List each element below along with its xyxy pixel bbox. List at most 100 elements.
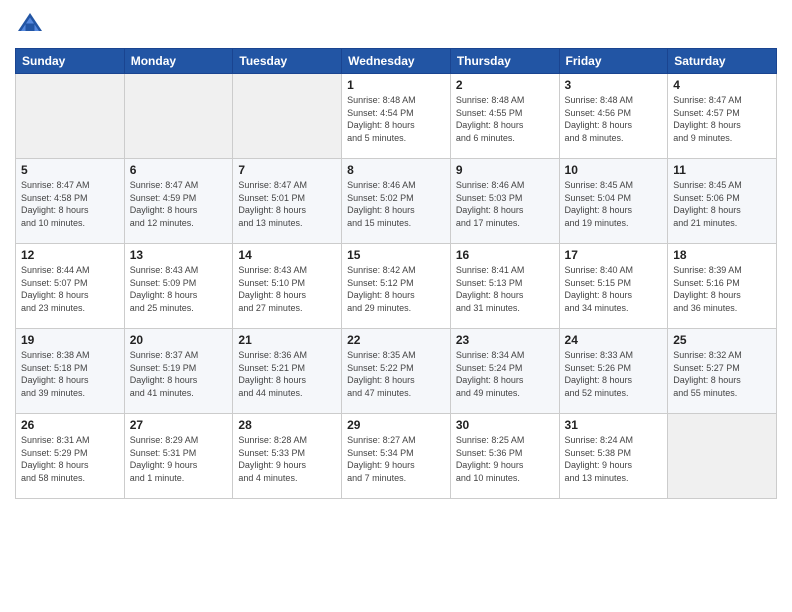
day-number: 15 [347,248,445,262]
day-number: 23 [456,333,554,347]
day-number: 10 [565,163,663,177]
day-info: Sunrise: 8:32 AM Sunset: 5:27 PM Dayligh… [673,349,771,399]
day-cell: 29 Sunrise: 8:27 AM Sunset: 5:34 PM Dayli… [342,414,451,499]
calendar-body: 1 Sunrise: 8:48 AM Sunset: 4:54 PM Daylig… [16,74,777,499]
day-cell: 11 Sunrise: 8:45 AM Sunset: 5:06 PM Dayli… [668,159,777,244]
header-cell-monday: Monday [124,49,233,74]
day-info: Sunrise: 8:48 AM Sunset: 4:56 PM Dayligh… [565,94,663,144]
header-row: SundayMondayTuesdayWednesdayThursdayFrid… [16,49,777,74]
day-number: 31 [565,418,663,432]
day-info: Sunrise: 8:27 AM Sunset: 5:34 PM Dayligh… [347,434,445,484]
day-cell: 10Sunrise: 8:45 AM Sunset: 5:04 PM Dayli… [559,159,668,244]
day-number: 7 [238,163,336,177]
week-row-2: 12 Sunrise: 8:44 AM Sunset: 5:07 PM Dayli… [16,244,777,329]
day-number: 25 [673,333,771,347]
day-cell: 25 Sunrise: 8:32 AM Sunset: 5:27 PM Dayli… [668,329,777,414]
logo-icon [15,10,45,40]
day-info: Sunrise: 8:45 AM Sunset: 5:06 PM Dayligh… [673,179,771,229]
day-cell: 6 Sunrise: 8:47 AM Sunset: 4:59 PM Daylig… [124,159,233,244]
day-cell: 1 Sunrise: 8:48 AM Sunset: 4:54 PM Daylig… [342,74,451,159]
day-cell: 26 Sunrise: 8:31 AM Sunset: 5:29 PM Dayli… [16,414,125,499]
day-info: Sunrise: 8:33 AM Sunset: 5:26 PM Dayligh… [565,349,663,399]
day-cell: 12 Sunrise: 8:44 AM Sunset: 5:07 PM Dayli… [16,244,125,329]
day-number: 8 [347,163,445,177]
day-number: 13 [130,248,228,262]
day-cell: 15 Sunrise: 8:42 AM Sunset: 5:12 PM Dayli… [342,244,451,329]
header-cell-sunday: Sunday [16,49,125,74]
day-number: 12 [21,248,119,262]
day-number: 6 [130,163,228,177]
day-number: 27 [130,418,228,432]
day-info: Sunrise: 8:44 AM Sunset: 5:07 PM Dayligh… [21,264,119,314]
day-number: 26 [21,418,119,432]
day-number: 29 [347,418,445,432]
day-number: 30 [456,418,554,432]
day-info: Sunrise: 8:34 AM Sunset: 5:24 PM Dayligh… [456,349,554,399]
week-row-3: 19 Sunrise: 8:38 AM Sunset: 5:18 PM Dayli… [16,329,777,414]
day-cell [124,74,233,159]
day-cell: 16Sunrise: 8:41 AM Sunset: 5:13 PM Dayli… [450,244,559,329]
logo [15,10,49,40]
day-info: Sunrise: 8:46 AM Sunset: 5:02 PM Dayligh… [347,179,445,229]
day-number: 24 [565,333,663,347]
day-info: Sunrise: 8:46 AM Sunset: 5:03 PM Dayligh… [456,179,554,229]
day-cell: 30 Sunrise: 8:25 AM Sunset: 5:36 PM Dayli… [450,414,559,499]
day-info: Sunrise: 8:25 AM Sunset: 5:36 PM Dayligh… [456,434,554,484]
day-number: 11 [673,163,771,177]
day-cell: 21 Sunrise: 8:36 AM Sunset: 5:21 PM Dayli… [233,329,342,414]
day-info: Sunrise: 8:47 AM Sunset: 4:57 PM Dayligh… [673,94,771,144]
day-info: Sunrise: 8:48 AM Sunset: 4:55 PM Dayligh… [456,94,554,144]
day-info: Sunrise: 8:35 AM Sunset: 5:22 PM Dayligh… [347,349,445,399]
week-row-4: 26 Sunrise: 8:31 AM Sunset: 5:29 PM Dayli… [16,414,777,499]
day-cell: 31 Sunrise: 8:24 AM Sunset: 5:38 PM Dayli… [559,414,668,499]
day-info: Sunrise: 8:38 AM Sunset: 5:18 PM Dayligh… [21,349,119,399]
day-number: 2 [456,78,554,92]
day-number: 22 [347,333,445,347]
day-cell [16,74,125,159]
day-info: Sunrise: 8:29 AM Sunset: 5:31 PM Dayligh… [130,434,228,484]
day-info: Sunrise: 8:40 AM Sunset: 5:15 PM Dayligh… [565,264,663,314]
header-cell-saturday: Saturday [668,49,777,74]
day-info: Sunrise: 8:47 AM Sunset: 4:59 PM Dayligh… [130,179,228,229]
day-cell: 14Sunrise: 8:43 AM Sunset: 5:10 PM Dayli… [233,244,342,329]
day-cell: 22 Sunrise: 8:35 AM Sunset: 5:22 PM Dayli… [342,329,451,414]
day-number: 1 [347,78,445,92]
day-number: 21 [238,333,336,347]
day-number: 17 [565,248,663,262]
day-number: 3 [565,78,663,92]
day-cell: 8 Sunrise: 8:46 AM Sunset: 5:02 PM Daylig… [342,159,451,244]
day-number: 18 [673,248,771,262]
day-cell: 3 Sunrise: 8:48 AM Sunset: 4:56 PM Daylig… [559,74,668,159]
calendar-container: SundayMondayTuesdayWednesdayThursdayFrid… [0,0,792,612]
header-cell-thursday: Thursday [450,49,559,74]
day-info: Sunrise: 8:39 AM Sunset: 5:16 PM Dayligh… [673,264,771,314]
day-info: Sunrise: 8:36 AM Sunset: 5:21 PM Dayligh… [238,349,336,399]
day-cell: 23 Sunrise: 8:34 AM Sunset: 5:24 PM Dayli… [450,329,559,414]
header-cell-tuesday: Tuesday [233,49,342,74]
header-cell-wednesday: Wednesday [342,49,451,74]
day-info: Sunrise: 8:24 AM Sunset: 5:38 PM Dayligh… [565,434,663,484]
day-info: Sunrise: 8:31 AM Sunset: 5:29 PM Dayligh… [21,434,119,484]
day-cell: 9Sunrise: 8:46 AM Sunset: 5:03 PM Daylig… [450,159,559,244]
day-info: Sunrise: 8:48 AM Sunset: 4:54 PM Dayligh… [347,94,445,144]
day-info: Sunrise: 8:42 AM Sunset: 5:12 PM Dayligh… [347,264,445,314]
day-number: 5 [21,163,119,177]
week-row-1: 5 Sunrise: 8:47 AM Sunset: 4:58 PM Daylig… [16,159,777,244]
week-row-0: 1 Sunrise: 8:48 AM Sunset: 4:54 PM Daylig… [16,74,777,159]
day-cell: 2 Sunrise: 8:48 AM Sunset: 4:55 PM Daylig… [450,74,559,159]
day-cell: 24 Sunrise: 8:33 AM Sunset: 5:26 PM Dayli… [559,329,668,414]
day-cell: 27 Sunrise: 8:29 AM Sunset: 5:31 PM Dayli… [124,414,233,499]
day-cell [233,74,342,159]
day-number: 4 [673,78,771,92]
day-cell [668,414,777,499]
day-cell: 28Sunrise: 8:28 AM Sunset: 5:33 PM Dayli… [233,414,342,499]
day-cell: 13Sunrise: 8:43 AM Sunset: 5:09 PM Dayli… [124,244,233,329]
day-info: Sunrise: 8:37 AM Sunset: 5:19 PM Dayligh… [130,349,228,399]
day-number: 20 [130,333,228,347]
day-number: 19 [21,333,119,347]
day-cell: 4 Sunrise: 8:47 AM Sunset: 4:57 PM Daylig… [668,74,777,159]
calendar-header: SundayMondayTuesdayWednesdayThursdayFrid… [16,49,777,74]
day-cell: 20 Sunrise: 8:37 AM Sunset: 5:19 PM Dayli… [124,329,233,414]
day-cell: 18 Sunrise: 8:39 AM Sunset: 5:16 PM Dayli… [668,244,777,329]
day-info: Sunrise: 8:47 AM Sunset: 4:58 PM Dayligh… [21,179,119,229]
